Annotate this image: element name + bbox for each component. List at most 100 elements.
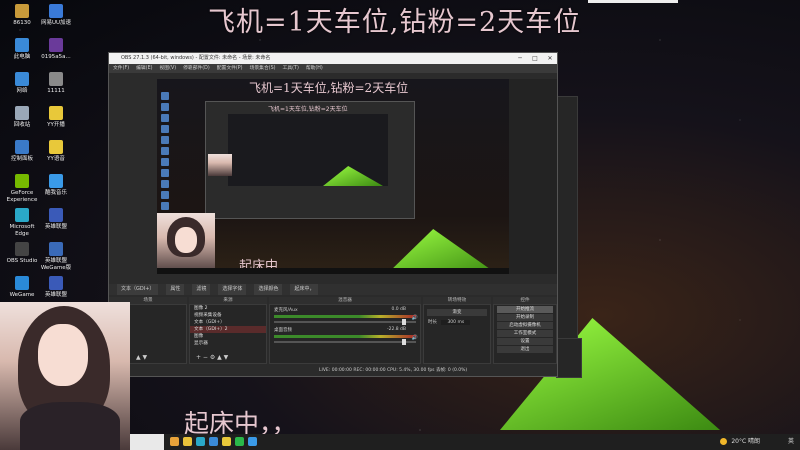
taskbar-app-obs-icon[interactable]	[170, 437, 179, 446]
mixer-channel[interactable]: 桌面音频 -22.8 dB 🔊	[270, 325, 420, 345]
app-icon	[15, 72, 29, 86]
desktop-icon[interactable]: YY开播	[36, 106, 76, 129]
taskbar-app-wechat-icon[interactable]	[235, 437, 244, 446]
taskbar-app-music-icon[interactable]	[248, 437, 257, 446]
desktop-icon-label: YY开播	[47, 122, 65, 128]
desktop-icon-label: 英雄联盟WeGame版	[40, 258, 72, 271]
menu-item[interactable]: 场景集合(S)	[250, 66, 276, 71]
controls-dock[interactable]: 开始推流 开始录制 启动虚拟摄像机 工作室模式 设置 退出	[493, 304, 557, 364]
nested-preview	[228, 114, 388, 186]
desktop-icon[interactable]: 网易UU加速	[36, 4, 76, 27]
obs-window-title: OBS 27.1.3 (64-bit, windows) - 配置文件: 未命名…	[121, 55, 271, 61]
desktop-icon[interactable]: 酷我音乐	[36, 174, 76, 197]
control-button[interactable]: 设置	[497, 338, 553, 345]
menu-item[interactable]: 停靠部件(D)	[183, 66, 210, 71]
source-item[interactable]: 视频采集设备	[190, 312, 266, 319]
toolbar-button[interactable]: 选择颜色	[254, 284, 283, 295]
app-icon	[49, 4, 63, 18]
app-icon	[49, 140, 63, 154]
menu-item[interactable]: 视图(V)	[159, 66, 176, 71]
volume-slider[interactable]	[274, 339, 416, 345]
app-icon	[15, 276, 29, 290]
weather-text[interactable]: 20°C 晴朗	[731, 438, 760, 445]
source-actions[interactable]: + − ⚙ ▲ ▼	[196, 354, 228, 361]
minimize-icon[interactable]: ─	[513, 53, 527, 64]
desktop-icon-label: 英雄联盟	[44, 292, 67, 298]
nested-banner: 飞机=1天车位,钻粉=2天车位	[268, 106, 348, 113]
background-panel-2	[556, 338, 582, 378]
menu-item[interactable]: 配置文件(P)	[217, 66, 243, 71]
source-item[interactable]: 显示器	[190, 340, 266, 347]
scene-arrows[interactable]: ▲ ▼	[136, 354, 147, 361]
control-button[interactable]: 退出	[497, 346, 553, 353]
mixer-channel[interactable]: 麦克风/Aux 0.0 dB 🔊	[270, 305, 420, 325]
taskbar-search-area[interactable]	[130, 434, 164, 450]
dock-header-transitions: 转场特效	[423, 297, 491, 304]
source-item[interactable]: 图像 2	[190, 305, 266, 312]
toolbar-button[interactable]: 滤镜	[192, 284, 211, 295]
source-item[interactable]: 文本（GDI+）2	[190, 326, 266, 333]
stream-banner: 飞机=1天车位,钻粉=2天车位	[208, 7, 582, 38]
preview-webcam	[157, 213, 215, 274]
desktop-icon[interactable]: 英雄联盟	[36, 276, 76, 299]
nested-webcam	[208, 154, 232, 176]
taskbar-app-folder-icon[interactable]	[183, 437, 192, 446]
desktop-icon[interactable]: 0195a5a...	[36, 38, 76, 61]
desktop-icon[interactable]: 英雄联盟	[36, 208, 76, 231]
desktop-icon[interactable]: YY语音	[36, 140, 76, 163]
app-icon	[15, 140, 29, 154]
dock-header-mixer: 混音器	[269, 297, 421, 304]
mixer-dock[interactable]: 麦克风/Aux 0.0 dB 🔊 桌面音频 -22.8 dB 🔊	[269, 304, 421, 364]
source-item[interactable]: 文本（GDI+）	[190, 319, 266, 326]
volume-meter	[274, 315, 416, 318]
toolbar-button[interactable]: 属性	[166, 284, 185, 295]
obs-statusbar: LIVE: 00:00:00 REC: 00:00:00 CPU: 5.4%, …	[109, 366, 557, 376]
taskbar-app-store-icon[interactable]	[209, 437, 218, 446]
app-icon	[49, 276, 63, 290]
volume-slider[interactable]	[274, 319, 416, 325]
channel-db: -22.8 dB	[386, 327, 406, 332]
nested-obs-window: 飞机=1天车位,钻粉=2天车位	[205, 101, 415, 219]
toolbar-button[interactable]: 起床中，	[290, 284, 319, 295]
language-indicator[interactable]: 英	[788, 438, 794, 445]
menu-item[interactable]: 帮助(H)	[306, 66, 323, 71]
control-button[interactable]: 开始录制	[497, 314, 553, 321]
control-button[interactable]: 开始推流	[497, 306, 553, 313]
volume-meter	[274, 335, 416, 338]
channel-label: 麦克风/Aux	[274, 308, 298, 313]
control-button[interactable]: 工作室模式	[497, 330, 553, 337]
menu-item[interactable]: 工具(T)	[283, 66, 299, 71]
source-item[interactable]: 图像	[190, 333, 266, 340]
app-icon	[15, 174, 29, 188]
source-toolbar: 文本（GDI+） 属性 滤镜 选择字体 选择颜色 起床中，	[109, 284, 557, 295]
obs-titlebar[interactable]: OBS 27.1.3 (64-bit, windows) - 配置文件: 未命名…	[109, 53, 557, 64]
app-icon	[49, 208, 63, 222]
taskbar-app-edge-icon[interactable]	[196, 437, 205, 446]
desktop-icon-label: 酷我音乐	[44, 190, 67, 196]
preview-desktop-icons	[159, 89, 183, 224]
speaker-icon[interactable]: 🔊	[412, 335, 418, 341]
taskbar-app-yy-icon[interactable]	[222, 437, 231, 446]
transitions-dock[interactable]: 渐变 时长 300 ms	[423, 304, 491, 364]
menu-item[interactable]: 编辑(E)	[136, 66, 152, 71]
dock-header-controls: 控件	[493, 297, 557, 304]
toolbar-button[interactable]: 选择字体	[218, 284, 247, 295]
transition-select[interactable]: 渐变	[427, 309, 487, 316]
desktop-icon[interactable]: 英雄联盟WeGame版	[36, 242, 76, 271]
sources-dock[interactable]: 图像 2 视频采集设备 文本（GDI+） 文本（GDI+）2 图像 显示器 + − ⚙ ▲ …	[189, 304, 267, 364]
maximize-icon[interactable]: □	[528, 53, 542, 64]
desktop-icon[interactable]: 11111	[36, 72, 76, 95]
control-button[interactable]: 启动虚拟摄像机	[497, 322, 553, 329]
obs-window[interactable]: OBS 27.1.3 (64-bit, windows) - 配置文件: 未命名…	[108, 52, 558, 377]
duration-input[interactable]: 300 ms	[441, 320, 471, 325]
obs-preview[interactable]: 飞机=1天车位,钻粉=2天车位 飞机=1天车位,钻粉=2天车位 起床中	[157, 79, 509, 274]
toolbar-button[interactable]: 文本（GDI+）	[117, 284, 159, 295]
dock-header-sources: 来源	[189, 297, 267, 304]
speaker-icon[interactable]: 🔊	[412, 315, 418, 321]
webcam-overlay	[0, 302, 130, 450]
app-icon	[15, 106, 29, 120]
desktop-icon-label: 11111	[47, 88, 65, 94]
close-icon[interactable]: ✕	[543, 53, 557, 64]
desktop-icon-label: 0195a5a...	[41, 54, 71, 60]
menu-item[interactable]: 文件(F)	[113, 66, 129, 71]
